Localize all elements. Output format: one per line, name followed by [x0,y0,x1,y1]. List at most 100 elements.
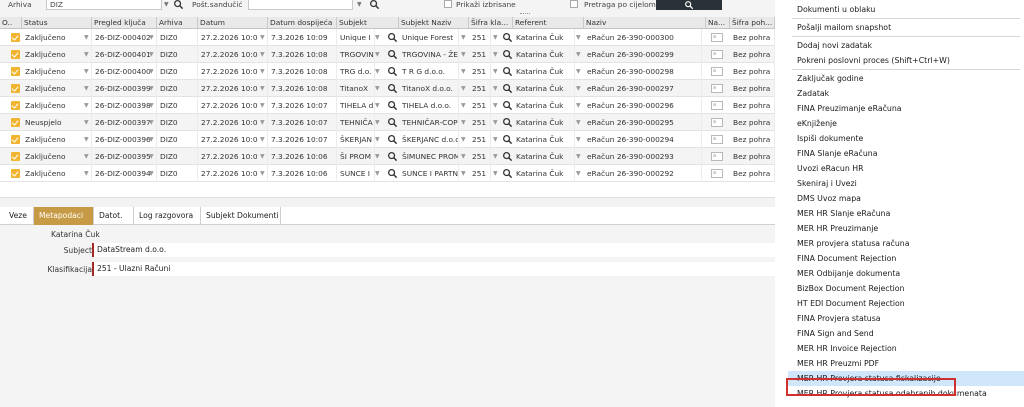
menu-item[interactable]: FINA Provjera statusa [788,311,1024,326]
table-row[interactable]: Neuspjelo 26-DIZ-000397 DIZ0 27.2.2026 10:0… [0,114,775,131]
datum-dropdown-icon[interactable]: ▼ [260,114,265,131]
attachment-icon[interactable]: a [711,118,723,127]
column-header-status[interactable]: Status [22,17,92,29]
subjekt-dropdown-icon[interactable]: ▼ [375,97,380,114]
sifra-dropdown-icon[interactable]: ▼ [493,165,498,182]
datum-dropdown-icon[interactable]: ▼ [260,97,265,114]
arhiva-input[interactable]: DIZ [46,0,162,10]
table-row[interactable]: Zaključeno 26-DIZ-000398 DIZ0 27.2.2026 10:… [0,97,775,114]
table-row[interactable]: Zaključeno 26-DIZ-000394 DIZ0 27.2.2026 10:… [0,165,775,182]
subjekt-dropdown-icon[interactable]: ▼ [375,148,380,165]
referent-dropdown-icon[interactable]: ▼ [576,80,581,97]
subjekt-dropdown-icon[interactable]: ▼ [375,29,380,46]
subjekt-dropdown-icon[interactable]: ▼ [375,63,380,80]
kljuc-dropdown-icon[interactable]: ▼ [149,148,154,165]
menu-item[interactable]: FINA Preuzimanje eRačuna [788,101,1024,116]
postsanducic-input[interactable] [248,0,353,10]
subjekt-dropdown-icon[interactable]: ▼ [375,114,380,131]
referent-dropdown-icon[interactable]: ▼ [576,148,581,165]
menu-item[interactable]: MER provjera statusa računa [788,236,1024,251]
menu-item[interactable]: FINA Sign and Send [788,326,1024,341]
status-dropdown-icon[interactable]: ▼ [84,80,89,97]
sifra-dropdown-icon[interactable]: ▼ [493,80,498,97]
status-dropdown-icon[interactable]: ▼ [84,97,89,114]
naziv-dropdown-icon[interactable]: ▼ [461,97,466,114]
attachment-icon[interactable]: a [711,67,723,76]
sifra-dropdown-icon[interactable]: ▼ [493,97,498,114]
row-checkbox[interactable] [11,135,20,144]
column-header-referent[interactable]: Referent [513,17,584,29]
kljuc-dropdown-icon[interactable]: ▼ [149,46,154,63]
sifra-search-icon[interactable] [502,168,513,179]
tab-veze[interactable]: Veze [4,207,34,225]
subjekt-search-icon[interactable] [387,66,398,77]
klasifikacija-field[interactable]: 251 - Ulazni Računi [92,262,775,276]
subjekt-search-icon[interactable] [387,134,398,145]
column-header-sifra-pohrane[interactable]: Šifra poh... [730,17,775,29]
referent-dropdown-icon[interactable]: ▼ [576,97,581,114]
row-checkbox[interactable] [11,67,20,76]
column-header-arhiva[interactable]: Arhiva [157,17,198,29]
attachment-icon[interactable]: a [711,135,723,144]
fulltext-search-button[interactable] [656,0,722,10]
menu-item[interactable]: Pokreni poslovni proces (Shift+Ctrl+W) [788,53,1024,68]
kljuc-dropdown-icon[interactable]: ▼ [149,114,154,131]
subjekt-search-icon[interactable] [387,32,398,43]
column-header-naziv[interactable]: Naziv [584,17,706,29]
postsanducic-search-icon[interactable] [369,0,380,10]
attachment-icon[interactable]: a [711,33,723,42]
attachment-icon[interactable]: a [711,101,723,110]
status-dropdown-icon[interactable]: ▼ [84,63,89,80]
naziv-dropdown-icon[interactable]: ▼ [461,80,466,97]
column-header-datum[interactable]: Datum [198,17,268,29]
kljuc-dropdown-icon[interactable]: ▼ [149,97,154,114]
status-dropdown-icon[interactable]: ▼ [84,29,89,46]
postsanducic-dropdown-icon[interactable]: ▼ [357,1,362,8]
column-header-subjekt-naziv[interactable]: Subjekt Naziv [399,17,469,29]
subjekt-dropdown-icon[interactable]: ▼ [375,80,380,97]
datum-dropdown-icon[interactable]: ▼ [260,165,265,182]
row-checkbox[interactable] [11,33,20,42]
arhiva-dropdown-icon[interactable]: ▼ [164,1,169,8]
subjekt-dropdown-icon[interactable]: ▼ [375,165,380,182]
row-checkbox[interactable] [11,152,20,161]
referent-dropdown-icon[interactable]: ▼ [576,46,581,63]
menu-item[interactable]: Zadatak [788,86,1024,101]
datum-dropdown-icon[interactable]: ▼ [260,148,265,165]
tab-datot[interactable]: Datot. [94,207,134,225]
sifra-dropdown-icon[interactable]: ▼ [493,148,498,165]
sifra-dropdown-icon[interactable]: ▼ [493,131,498,148]
sifra-dropdown-icon[interactable]: ▼ [493,63,498,80]
status-dropdown-icon[interactable]: ▼ [84,165,89,182]
sifra-dropdown-icon[interactable]: ▼ [493,114,498,131]
attachment-icon[interactable]: a [711,152,723,161]
menu-item[interactable]: FINA Slanje eRačuna [788,146,1024,161]
naziv-dropdown-icon[interactable]: ▼ [461,29,466,46]
pane-splitter[interactable] [0,197,775,207]
referent-dropdown-icon[interactable]: ▼ [576,63,581,80]
attachment-icon[interactable]: a [711,169,723,178]
row-checkbox[interactable] [11,169,20,178]
referent-dropdown-icon[interactable]: ▼ [576,131,581,148]
menu-item[interactable]: DMS Uvoz mapa [788,191,1024,206]
menu-item[interactable]: Dodaj novi zadatak [788,38,1024,53]
prikazi-izbrisane-checkbox[interactable] [444,0,452,8]
table-row[interactable]: Zaključeno 26-DIZ-000396 DIZ0 27.2.2026 10:… [0,131,775,148]
sifra-search-icon[interactable] [502,151,513,162]
menu-item[interactable]: MER HR Preuzmi PDF [788,356,1024,371]
column-header-na[interactable]: Na... [706,17,730,29]
attachment-icon[interactable]: a [711,84,723,93]
sifra-search-icon[interactable] [502,49,513,60]
menu-item[interactable]: Dokumenti u oblaku [788,2,1024,17]
sifra-search-icon[interactable] [502,66,513,77]
subjekt-search-icon[interactable] [387,117,398,128]
sifra-dropdown-icon[interactable]: ▼ [493,29,498,46]
tab-log-razgovora[interactable]: Log razgovora [134,207,201,225]
subjekt-dropdown-icon[interactable]: ▼ [375,131,380,148]
subjekt-search-icon[interactable] [387,168,398,179]
naziv-dropdown-icon[interactable]: ▼ [461,165,466,182]
menu-item[interactable]: Zaključak godine [788,71,1024,86]
attachment-icon[interactable]: a [711,50,723,59]
pretraga-checkbox[interactable] [570,0,578,8]
menu-item[interactable]: Uvozi eRacun HR [788,161,1024,176]
